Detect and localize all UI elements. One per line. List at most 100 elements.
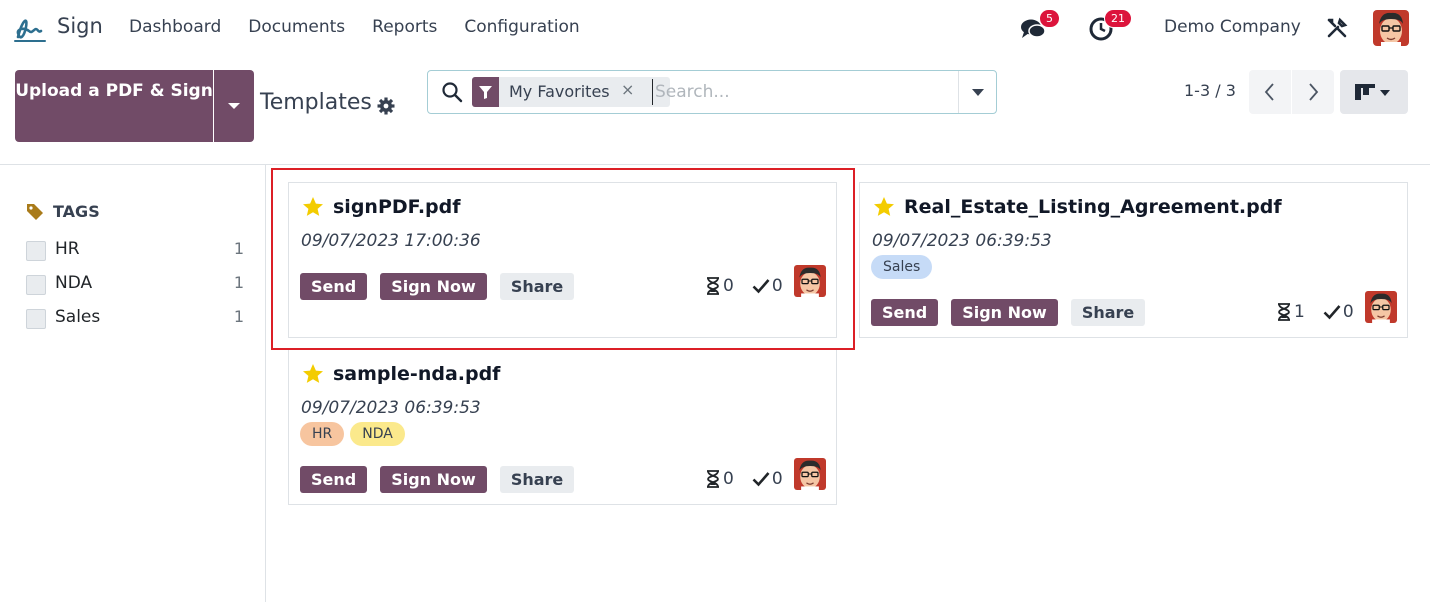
- tag-checkbox[interactable]: [26, 241, 46, 261]
- user-avatar[interactable]: [1373, 10, 1409, 46]
- card-actions: Send Sign Now Share: [300, 273, 575, 300]
- sign-now-button[interactable]: Sign Now: [951, 299, 1058, 326]
- share-button[interactable]: Share: [499, 466, 575, 493]
- check-icon: [1323, 304, 1341, 320]
- card-actions: Send Sign Now Share: [871, 299, 1146, 326]
- app-name[interactable]: Sign: [57, 14, 103, 38]
- responsible-avatar[interactable]: [1365, 291, 1397, 323]
- upload-dropdown-toggle[interactable]: [214, 70, 254, 142]
- signed-count: 0: [1342, 302, 1354, 322]
- favorite-star-icon[interactable]: [872, 195, 896, 219]
- kanban-view-icon: [1355, 84, 1390, 100]
- gear-icon[interactable]: [376, 96, 396, 116]
- card-stats: 0 0: [705, 469, 783, 489]
- search-input[interactable]: [652, 79, 952, 105]
- tag-filter-hr[interactable]: HR 1: [26, 239, 244, 263]
- card-date: 09/07/2023 06:39:53: [301, 398, 481, 418]
- card-stats: 1 0: [1276, 302, 1354, 322]
- pager-previous-button[interactable]: [1249, 70, 1291, 114]
- pending-stat: 1: [1276, 302, 1305, 322]
- send-button[interactable]: Send: [300, 466, 368, 493]
- signed-stat: 0: [1323, 302, 1354, 322]
- menu-configuration[interactable]: Configuration: [464, 17, 579, 37]
- card-tags: Sales: [871, 255, 933, 279]
- tag-icon: [27, 203, 43, 220]
- card-title: sample-nda.pdf: [301, 362, 500, 386]
- filter-icon: [472, 77, 499, 107]
- favorite-star-icon[interactable]: [301, 195, 325, 219]
- pending-count: 0: [723, 276, 734, 296]
- pager-value[interactable]: 1-3 / 3: [1184, 81, 1236, 100]
- pager-next-button[interactable]: [1292, 70, 1334, 114]
- template-card[interactable]: Real_Estate_Listing_Agreement.pdf 09/07/…: [859, 182, 1408, 338]
- sign-app-logo-icon[interactable]: [12, 11, 48, 45]
- card-title: Real_Estate_Listing_Agreement.pdf: [872, 195, 1282, 219]
- company-switcher[interactable]: Demo Company: [1164, 17, 1301, 37]
- messaging-menu[interactable]: 5: [1020, 9, 1060, 44]
- share-button[interactable]: Share: [499, 273, 575, 300]
- chevron-left-icon: [1264, 83, 1274, 101]
- facet-label: My Favorites: [509, 82, 610, 101]
- main-menu: Dashboard Documents Reports Configuratio…: [129, 17, 580, 37]
- card-title-text: Real_Estate_Listing_Agreement.pdf: [904, 196, 1282, 218]
- tag-count: 1: [233, 307, 244, 326]
- send-button[interactable]: Send: [300, 273, 368, 300]
- pending-count: 0: [723, 469, 734, 489]
- card-date: 09/07/2023 17:00:36: [301, 231, 481, 251]
- tag-badge-hr: HR: [300, 422, 345, 446]
- template-card[interactable]: sample-nda.pdf 09/07/2023 06:39:53 HR ND…: [288, 349, 837, 505]
- responsible-avatar[interactable]: [794, 265, 826, 297]
- tools-icon[interactable]: [1326, 17, 1348, 39]
- card-tags: HR NDA: [300, 422, 405, 446]
- signed-stat: 0: [752, 276, 783, 296]
- tag-count: 1: [233, 239, 244, 258]
- card-title-text: sample-nda.pdf: [333, 363, 501, 385]
- page-title: Templates: [260, 90, 372, 115]
- card-stats: 0 0: [705, 276, 783, 296]
- view-switcher-button[interactable]: [1340, 70, 1408, 114]
- menu-documents[interactable]: Documents: [248, 17, 345, 37]
- tags-section-title: TAGS: [26, 202, 100, 221]
- menu-dashboard[interactable]: Dashboard: [129, 17, 221, 37]
- responsible-avatar[interactable]: [794, 458, 826, 490]
- hourglass-icon: [705, 470, 721, 488]
- sign-now-button[interactable]: Sign Now: [380, 466, 487, 493]
- chevron-right-icon: [1309, 83, 1319, 101]
- card-actions: Send Sign Now Share: [300, 466, 575, 493]
- tag-filter-nda[interactable]: NDA 1: [26, 273, 244, 297]
- hourglass-icon: [1276, 303, 1292, 321]
- card-title: signPDF.pdf: [301, 195, 461, 219]
- search-facet: My Favorites ×: [472, 77, 670, 107]
- tag-badge-nda: NDA: [350, 422, 405, 446]
- template-card[interactable]: signPDF.pdf 09/07/2023 17:00:36 Send Sig…: [288, 182, 837, 338]
- check-icon: [752, 471, 770, 487]
- tags-title: TAGS: [53, 202, 100, 221]
- search-icon[interactable]: [441, 81, 463, 103]
- search-options-toggle[interactable]: [958, 71, 997, 113]
- activities-badge: 21: [1104, 9, 1132, 28]
- facet-remove-icon[interactable]: ×: [621, 80, 634, 99]
- tag-filter-sales[interactable]: Sales 1: [26, 307, 244, 331]
- tag-label: NDA: [55, 273, 93, 293]
- check-icon: [752, 278, 770, 294]
- card-date: 09/07/2023 06:39:53: [872, 231, 1052, 251]
- search-bar: My Favorites ×: [427, 70, 997, 114]
- pending-stat: 0: [705, 276, 734, 296]
- tag-label: HR: [55, 239, 80, 259]
- send-button[interactable]: Send: [871, 299, 939, 326]
- share-button[interactable]: Share: [1070, 299, 1146, 326]
- signed-stat: 0: [752, 469, 783, 489]
- messages-badge: 5: [1039, 9, 1060, 28]
- tag-count: 1: [233, 273, 244, 292]
- pending-count: 1: [1294, 302, 1305, 322]
- favorite-star-icon[interactable]: [301, 362, 325, 386]
- tag-checkbox[interactable]: [26, 309, 46, 329]
- sign-now-button[interactable]: Sign Now: [380, 273, 487, 300]
- activity-menu[interactable]: 21: [1088, 9, 1136, 44]
- signed-count: 0: [771, 469, 783, 489]
- menu-reports[interactable]: Reports: [372, 17, 437, 37]
- tag-checkbox[interactable]: [26, 275, 46, 295]
- upload-pdf-sign-button[interactable]: Upload a PDF & Sign: [15, 70, 213, 142]
- tag-badge-sales: Sales: [871, 255, 933, 279]
- signed-count: 0: [771, 276, 783, 296]
